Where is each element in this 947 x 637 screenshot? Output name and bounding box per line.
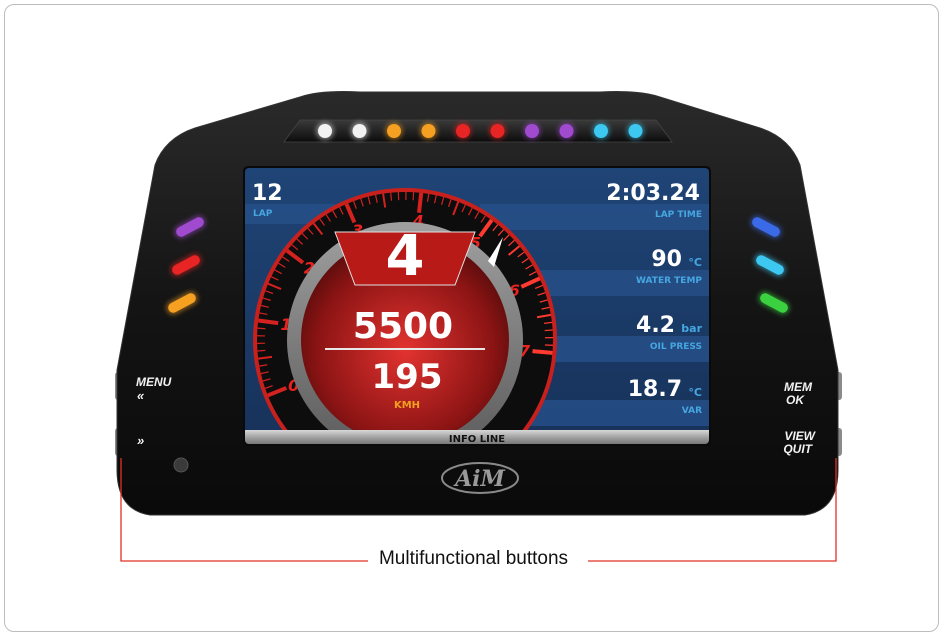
- shift-led-icon: [456, 124, 470, 138]
- mem-label: MEM: [784, 380, 813, 394]
- shift-led-icon: [594, 124, 608, 138]
- menu-label: MENU: [136, 375, 172, 389]
- lap-label: LAP: [253, 209, 273, 219]
- dashboard-diagram: 0123 4567 12 LAP 4 5500 195 KMH 2:03.24LA…: [115, 91, 842, 562]
- menu-arrows-icon: «: [137, 388, 145, 403]
- field-unit: bar: [681, 322, 702, 335]
- field-value: 18.7: [628, 377, 682, 402]
- lap-value: 12: [252, 181, 283, 206]
- field-value: 4.2: [636, 313, 675, 338]
- shift-led-icon: [318, 124, 332, 138]
- ok-label: OK: [786, 393, 805, 407]
- gauge-tick: [532, 349, 553, 355]
- gauge-tick: [257, 327, 266, 330]
- shift-led-icon: [490, 124, 505, 138]
- shift-led-icon: [387, 124, 401, 138]
- info-line-label: INFO LINE: [449, 434, 505, 445]
- gauge-tick: [257, 349, 266, 352]
- gear-value: 4: [386, 224, 425, 289]
- field-unit: °C: [688, 256, 702, 269]
- shift-led-icon: [628, 124, 643, 138]
- shift-light-strip: [283, 119, 673, 143]
- light-sensor: [173, 457, 189, 473]
- next-arrows-icon: »: [137, 433, 144, 448]
- field-unit: °C: [688, 386, 702, 399]
- gauge-tick: [258, 318, 279, 326]
- field-label: OIL PRESS: [650, 342, 702, 352]
- quit-label: QUIT: [783, 442, 813, 456]
- shift-led-icon: [352, 124, 367, 138]
- field-label: VAR: [682, 406, 702, 416]
- callout-label: Multifunctional buttons: [376, 548, 571, 569]
- gauge-tick: [390, 192, 393, 201]
- speed-unit: KMH: [394, 400, 420, 411]
- speed-value: 195: [372, 357, 443, 397]
- gauge-tick: [544, 329, 553, 332]
- shift-led-icon: [525, 124, 539, 138]
- rpm-value: 5500: [353, 306, 453, 347]
- field-value: 2:03.24: [606, 181, 700, 206]
- field-value: 90: [651, 247, 682, 272]
- field-label: LAP TIME: [655, 210, 702, 220]
- view-label: VIEW: [784, 429, 816, 443]
- gauge-tick: [417, 192, 424, 213]
- aim-logo-text: AiM: [453, 466, 505, 492]
- shift-led-icon: [421, 124, 436, 138]
- field-label: WATER TEMP: [636, 276, 702, 286]
- shift-led-icon: [559, 124, 574, 138]
